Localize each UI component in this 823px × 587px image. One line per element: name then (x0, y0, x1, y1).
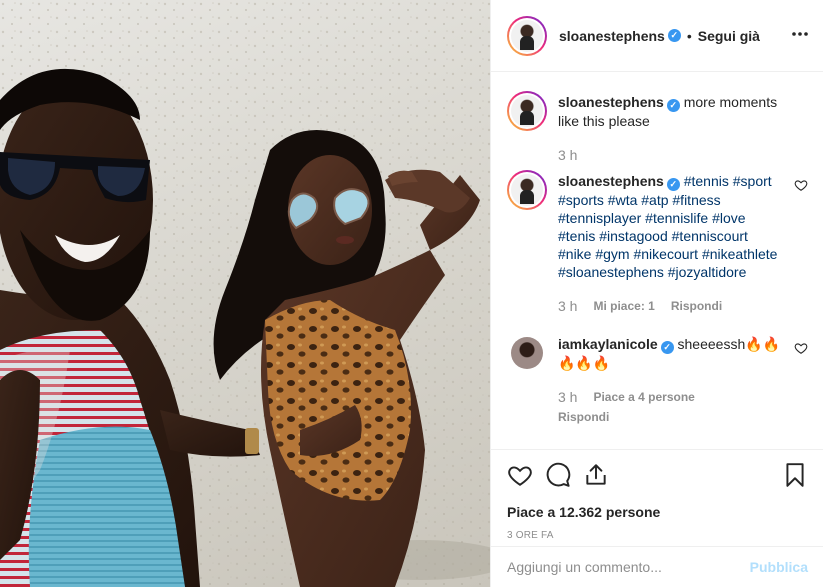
avatar-image (511, 337, 543, 369)
comment-body: sloanestephens ✓ more moments like this p… (558, 91, 808, 164)
post-actions: Piace a 12.362 persone 3 ORE FA (491, 449, 823, 541)
publish-button[interactable]: Pubblica (750, 559, 808, 575)
verified-badge-icon: ✓ (666, 99, 680, 112)
comment-meta-reply: Rispondi (558, 408, 784, 426)
avatar[interactable] (507, 91, 547, 131)
reply-button[interactable]: Rispondi (671, 297, 722, 315)
avatar[interactable] (507, 333, 547, 373)
comment-username[interactable]: sloanestephens (558, 94, 664, 110)
more-options-icon[interactable] (790, 24, 810, 48)
comments-list[interactable]: sloanestephens ✓ more moments like this p… (491, 73, 823, 449)
post-side-panel: sloanestephens ✓ • Segui già sloanesteph… (490, 0, 823, 587)
comment-time[interactable]: 3 h (558, 388, 577, 406)
comment-likes[interactable]: Piace a 4 persone (593, 388, 694, 406)
post-timestamp[interactable]: 3 ORE FA (507, 530, 808, 541)
comment-icon[interactable] (545, 462, 571, 488)
caption-comment: sloanestephens ✓ more moments like this p… (507, 91, 808, 164)
likes-count[interactable]: Piace a 12.362 persone (507, 504, 808, 520)
avatar-image (511, 95, 543, 127)
action-bar (507, 462, 808, 488)
avatar-image (511, 174, 543, 206)
beach-selfie-image (0, 0, 490, 587)
post-header: sloanestephens ✓ • Segui già (491, 0, 823, 72)
comment-username[interactable]: sloanestephens (558, 173, 664, 189)
header-username[interactable]: sloanestephens (559, 28, 665, 44)
comment-meta: 3 h (558, 146, 784, 164)
avatar-image (511, 19, 543, 52)
header-user-info: sloanestephens ✓ • Segui già (559, 28, 760, 44)
reply-button[interactable]: Rispondi (558, 408, 609, 426)
like-comment-heart-icon[interactable] (794, 341, 808, 355)
comment-body: sloanestephens ✓ #tennis #sport #sports #… (558, 170, 808, 315)
share-icon[interactable] (583, 462, 609, 488)
follow-status-button[interactable]: Segui già (698, 28, 760, 44)
avatar[interactable] (507, 170, 547, 210)
avatar-frame (509, 172, 545, 208)
comment-username[interactable]: iamkaylanicole (558, 336, 658, 352)
separator-dot: • (686, 27, 692, 44)
comment-composer: Pubblica (491, 546, 823, 587)
verified-badge-icon: ✓ (660, 341, 674, 354)
list-item: iamkaylanicole ✓ sheeeessh🔥🔥 🔥🔥🔥 3 h Piac… (507, 333, 808, 426)
comment-time[interactable]: 3 h (558, 297, 577, 315)
heart-icon[interactable] (507, 462, 533, 488)
verified-badge-icon: ✓ (666, 178, 680, 191)
comment-meta: 3 h Piace a 4 persone (558, 388, 784, 406)
comment-likes[interactable]: Mi piace: 1 (593, 297, 654, 315)
comment-hashtags[interactable]: #tennis #sport #sports #wta #atp #fitnes… (558, 173, 777, 280)
avatar-frame (509, 17, 545, 54)
comment-body: iamkaylanicole ✓ sheeeessh🔥🔥 🔥🔥🔥 3 h Piac… (558, 333, 808, 426)
bookmark-icon[interactable] (782, 462, 808, 488)
avatar[interactable] (507, 15, 547, 56)
post-photo[interactable] (0, 0, 490, 587)
comment-meta: 3 h Mi piace: 1 Rispondi (558, 297, 784, 315)
verified-badge-icon: ✓ (667, 29, 681, 42)
comment-input[interactable] (507, 559, 750, 575)
like-comment-heart-icon[interactable] (794, 178, 808, 192)
avatar-frame (509, 93, 545, 129)
list-item: sloanestephens ✓ #tennis #sport #sports #… (507, 170, 808, 315)
comment-time[interactable]: 3 h (558, 146, 577, 164)
